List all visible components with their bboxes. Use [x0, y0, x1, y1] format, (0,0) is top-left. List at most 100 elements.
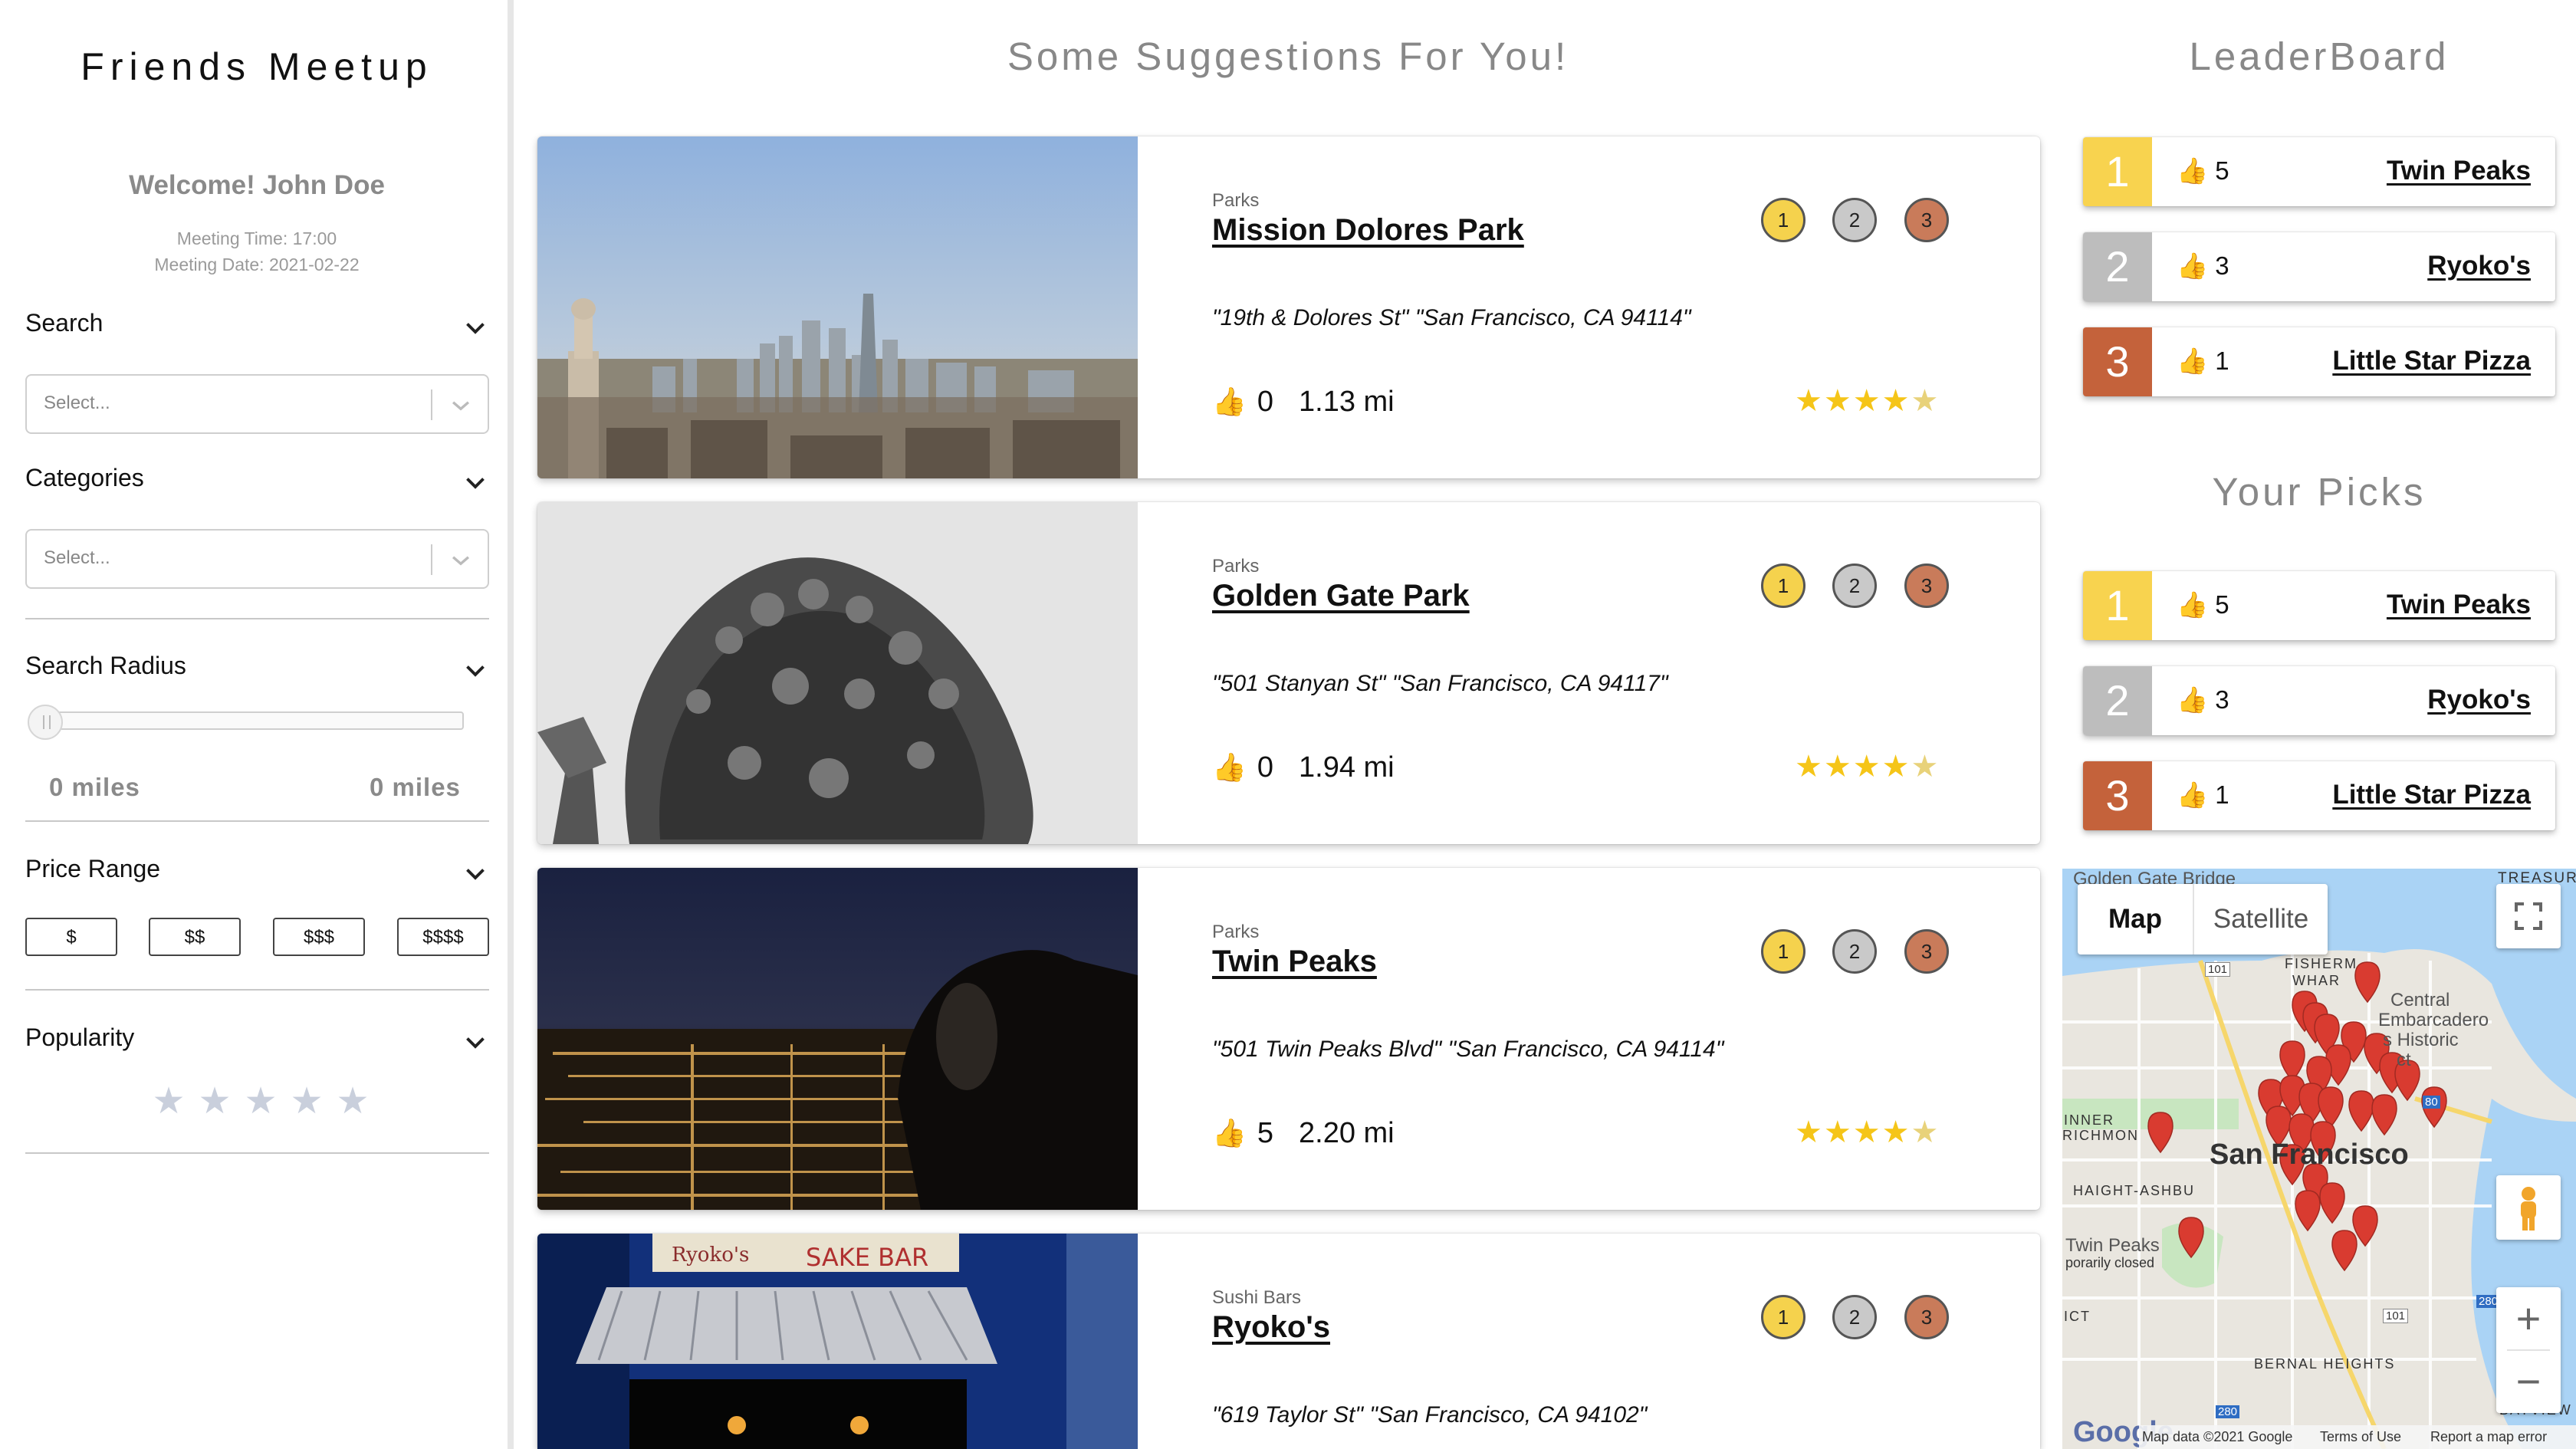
- sign-ryokos: Ryoko's: [672, 1244, 749, 1267]
- radius-min-label: 0 miles: [49, 773, 140, 801]
- zoom-out-button[interactable]: −: [2496, 1350, 2561, 1413]
- price-button-4[interactable]: $$$$: [397, 918, 489, 956]
- star-icon[interactable]: ★: [284, 1079, 330, 1122]
- meeting-time: Meeting Time: 17:00: [176, 228, 337, 248]
- likes: 👍 3: [2177, 251, 2229, 281]
- suggestion-card: Parks Twin Peaks 1 2 3 "501 Twin Peaks B…: [537, 868, 2040, 1210]
- place-name-link[interactable]: Twin Peaks: [2387, 590, 2531, 620]
- map-label-twin-peaks: Twin Peaks: [2065, 1235, 2160, 1256]
- popularity-rating[interactable]: ★ ★ ★ ★ ★: [146, 1079, 376, 1122]
- rank-badge: 1: [2083, 571, 2152, 640]
- thumbs-up-icon: 👍: [2177, 590, 2209, 619]
- likes-count: 3: [2215, 685, 2229, 714]
- place-name-link[interactable]: Twin Peaks: [1212, 945, 1377, 979]
- thumbs-up-icon[interactable]: 👍: [1212, 751, 1247, 784]
- categories-section-header[interactable]: Categories: [25, 464, 489, 502]
- star-icon[interactable]: ★: [192, 1079, 238, 1122]
- search-select-placeholder: Select...: [44, 393, 110, 413]
- star-icon[interactable]: ★: [330, 1079, 376, 1122]
- place-name-link[interactable]: Little Star Pizza: [2332, 780, 2531, 810]
- place-name-link[interactable]: Twin Peaks: [2387, 156, 2531, 186]
- gold-medal-button[interactable]: 1: [1761, 1295, 1806, 1339]
- likes-count: 3: [2215, 251, 2229, 280]
- select-separator: [431, 389, 432, 420]
- thumbs-up-icon: 👍: [2177, 685, 2209, 714]
- chevron-down-icon[interactable]: [462, 656, 489, 684]
- map-label-ict: ICT: [2064, 1309, 2091, 1324]
- thumbs-up-icon[interactable]: 👍: [1212, 1117, 1247, 1149]
- place-address: "19th & Dolores St" "San Francisco, CA 9…: [1212, 305, 1691, 330]
- star-icon[interactable]: ★: [146, 1079, 192, 1122]
- sidebar: Friends Meetup Welcome! John Doe Meeting…: [0, 0, 514, 1449]
- report-map-error-link[interactable]: Report a map error: [2430, 1429, 2547, 1445]
- chevron-down-icon[interactable]: [462, 1028, 489, 1056]
- thumbs-up-icon[interactable]: 👍: [1212, 386, 1247, 418]
- thumbs-up-icon: 👍: [2177, 156, 2209, 185]
- chevron-down-icon[interactable]: [448, 393, 474, 419]
- place-rating: ★★★★★: [1795, 750, 1940, 784]
- map-label-inner: INNER: [2064, 1112, 2115, 1128]
- rank-badge: 2: [2083, 666, 2152, 735]
- silver-medal-button[interactable]: 2: [1832, 1295, 1877, 1339]
- place-photo: [537, 502, 1138, 844]
- place-distance: 1.94 mi: [1299, 751, 1395, 784]
- categories-select-placeholder: Select...: [44, 547, 110, 568]
- pick-row: 3 👍 1 Little Star Pizza: [2083, 761, 2555, 830]
- price-button-3[interactable]: $$$: [273, 918, 365, 956]
- bronze-medal-button[interactable]: 3: [1904, 929, 1949, 974]
- price-button-1[interactable]: $: [25, 918, 117, 956]
- place-category: Parks: [1212, 922, 1260, 942]
- likes-count: 5: [1257, 1117, 1273, 1149]
- map-label-wharf: WHAR: [2292, 973, 2341, 988]
- price-button-2[interactable]: $$: [149, 918, 241, 956]
- terms-of-use-link[interactable]: Terms of Use: [2320, 1429, 2401, 1445]
- satellite-tab[interactable]: Satellite: [2194, 884, 2328, 955]
- map-label-embarcadero: Embarcadero: [2378, 1010, 2489, 1030]
- chevron-down-icon[interactable]: [462, 859, 489, 887]
- fullscreen-button[interactable]: [2496, 884, 2561, 948]
- place-name-link[interactable]: Ryoko's: [2427, 251, 2531, 281]
- gold-medal-button[interactable]: 1: [1761, 929, 1806, 974]
- map-highway-80: 80: [2423, 1096, 2440, 1109]
- gold-medal-button[interactable]: 1: [1761, 198, 1806, 242]
- silver-medal-button[interactable]: 2: [1832, 929, 1877, 974]
- price-section-header[interactable]: Price Range: [25, 855, 489, 893]
- place-name-link[interactable]: Little Star Pizza: [2332, 346, 2531, 376]
- radius-section-header[interactable]: Search Radius: [25, 652, 489, 690]
- chevron-down-icon[interactable]: [462, 314, 489, 341]
- likes-count: 5: [2215, 156, 2229, 185]
- popularity-section-header[interactable]: Popularity: [25, 1024, 489, 1062]
- place-distance: 1.13 mi: [1299, 386, 1395, 418]
- gold-medal-button[interactable]: 1: [1761, 564, 1806, 608]
- sign-sake-bar: SAKE BAR: [806, 1243, 928, 1272]
- leaderboard-title: LeaderBoard: [2189, 34, 2450, 78]
- categories-select[interactable]: Select...: [25, 529, 489, 589]
- star-icon[interactable]: ★: [238, 1079, 284, 1122]
- divider: [25, 1152, 489, 1154]
- map-tab[interactable]: Map: [2078, 884, 2193, 955]
- likes-count: 1: [2215, 780, 2229, 809]
- rank-badge: 3: [2083, 327, 2152, 396]
- map-label-richmond: RICHMON: [2062, 1128, 2139, 1143]
- bronze-medal-button[interactable]: 3: [1904, 198, 1949, 242]
- radius-slider-track[interactable]: [34, 711, 464, 730]
- silver-medal-button[interactable]: 2: [1832, 564, 1877, 608]
- map[interactable]: Golden Gate Bridge TREASURE FISHERM WHAR…: [2062, 869, 2576, 1449]
- zoom-in-button[interactable]: +: [2496, 1287, 2561, 1350]
- radius-slider-handle[interactable]: [28, 705, 63, 740]
- bronze-medal-button[interactable]: 3: [1904, 1295, 1949, 1339]
- place-name-link[interactable]: Mission Dolores Park: [1212, 213, 1524, 248]
- street-view-button[interactable]: [2496, 1175, 2561, 1240]
- chevron-down-icon[interactable]: [448, 547, 474, 573]
- place-name-link[interactable]: Golden Gate Park: [1212, 579, 1470, 613]
- map-label-fisherman: FISHERM: [2285, 956, 2358, 971]
- silver-medal-button[interactable]: 2: [1832, 198, 1877, 242]
- chevron-down-icon[interactable]: [462, 468, 489, 496]
- bronze-medal-button[interactable]: 3: [1904, 564, 1949, 608]
- select-separator: [431, 544, 432, 575]
- search-select[interactable]: Select...: [25, 374, 489, 434]
- place-name-link[interactable]: Ryoko's: [1212, 1310, 1330, 1345]
- place-photo: [537, 868, 1138, 1210]
- search-section-header[interactable]: Search: [25, 309, 489, 347]
- place-name-link[interactable]: Ryoko's: [2427, 685, 2531, 715]
